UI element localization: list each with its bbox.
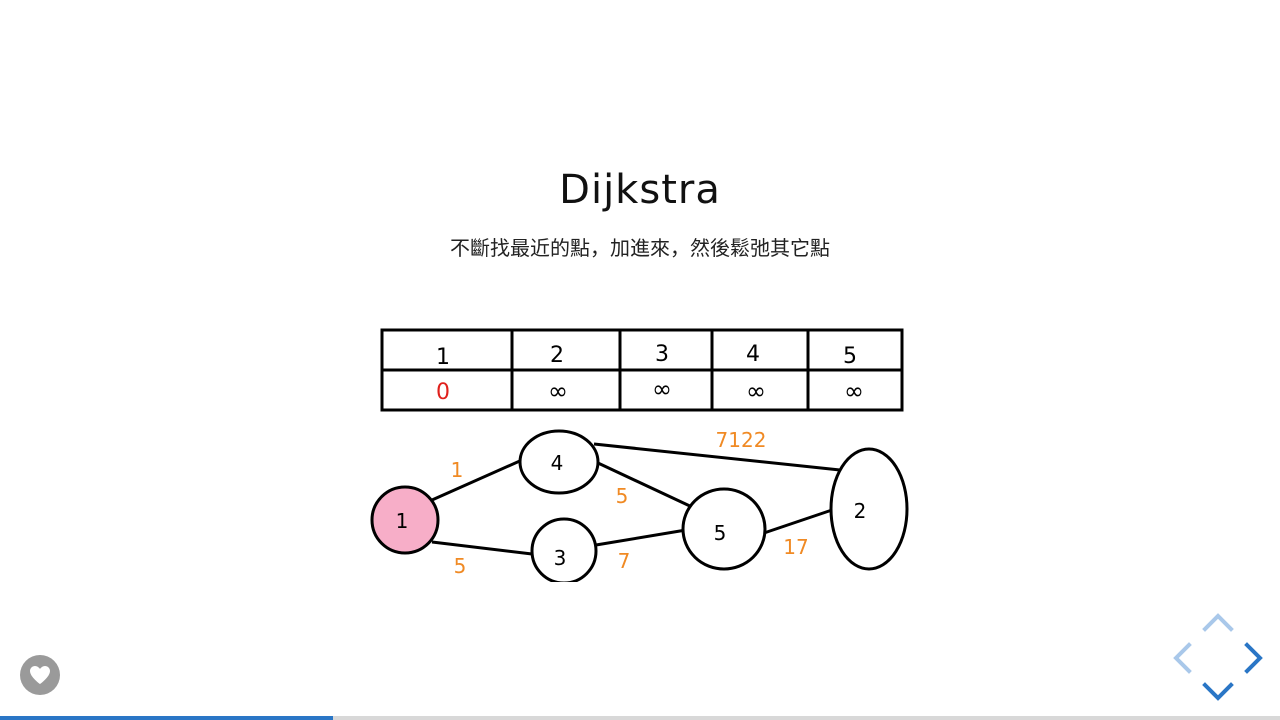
graph-node-4: 4 [518, 429, 600, 495]
edge-3-5 [595, 528, 687, 547]
table-dist-node-3: ∞ [652, 375, 672, 403]
edge-weight-1-3: 5 [454, 554, 467, 578]
graph-node-1-label: 1 [396, 509, 409, 533]
chevron-down-icon [1202, 682, 1234, 701]
distance-table: 1 2 3 4 5 0 ∞ ∞ ∞ ∞ [380, 328, 904, 412]
edge-4-5 [597, 461, 693, 509]
slide: Dijkstra 不斷找最近的點，加進來，然後鬆弛其它點 1 2 3 4 5 0… [0, 0, 1280, 720]
chevron-left-icon [1173, 642, 1192, 674]
table-dist-node-4: ∞ [746, 377, 766, 405]
edge-weight-5-2: 17 [783, 535, 808, 559]
graph-edges [431, 442, 841, 556]
nav-left-button[interactable] [1172, 642, 1192, 678]
edge-weight-4-5: 5 [616, 484, 629, 508]
graph-node-2: 2 [829, 447, 909, 571]
graph-node-3-label: 3 [554, 546, 567, 570]
chevron-right-icon [1244, 642, 1263, 674]
table-dist-node-1: 0 [436, 380, 450, 405]
progress-bar-fill [0, 716, 333, 720]
edge-weight-4-2: 7122 [716, 428, 767, 452]
graph-node-3: 3 [530, 517, 598, 585]
table-header-node-1: 1 [436, 345, 450, 370]
chevron-up-icon [1202, 613, 1234, 632]
table-header-node-3: 3 [655, 342, 669, 367]
figure-crop-mask [360, 582, 920, 590]
table-header-node-4: 4 [746, 342, 760, 367]
graph-node-5-label: 5 [714, 521, 727, 545]
nav-right-button[interactable] [1244, 642, 1264, 678]
edge-weight-1-4: 1 [451, 458, 464, 482]
table-dist-node-2: ∞ [548, 377, 568, 405]
navigation-controls [1168, 608, 1268, 708]
edge-5-2 [763, 508, 833, 535]
edge-weight-3-5: 7 [618, 549, 631, 573]
slide-subtitle: 不斷找最近的點，加進來，然後鬆弛其它點 [450, 236, 830, 260]
like-button[interactable] [20, 655, 60, 695]
table-dist-node-5: ∞ [844, 377, 864, 405]
slide-title: Dijkstra [559, 166, 721, 213]
graph-node-5: 5 [681, 487, 767, 571]
edge-1-3 [431, 540, 533, 556]
dijkstra-figure-svg: 1 2 3 4 5 0 ∞ ∞ ∞ ∞ 1 5 5 7 7122 17 1 4 … [360, 328, 920, 590]
graph-node-1: 1 [370, 485, 440, 555]
graph-node-2-label: 2 [854, 499, 867, 523]
graph-node-4-label: 4 [551, 451, 564, 475]
nav-down-button[interactable] [1202, 682, 1234, 706]
graph-node-2-circle [829, 447, 909, 571]
progress-bar [0, 716, 1280, 720]
nav-up-button[interactable] [1202, 612, 1234, 636]
graph-nodes: 1 4 3 5 2 [370, 429, 909, 585]
dijkstra-figure: 1 2 3 4 5 0 ∞ ∞ ∞ ∞ 1 5 5 7 7122 17 1 4 … [360, 320, 920, 590]
edge-1-4 [431, 458, 523, 502]
heart-icon [30, 666, 50, 684]
table-header-node-5: 5 [843, 344, 857, 369]
table-header-node-2: 2 [550, 343, 564, 368]
